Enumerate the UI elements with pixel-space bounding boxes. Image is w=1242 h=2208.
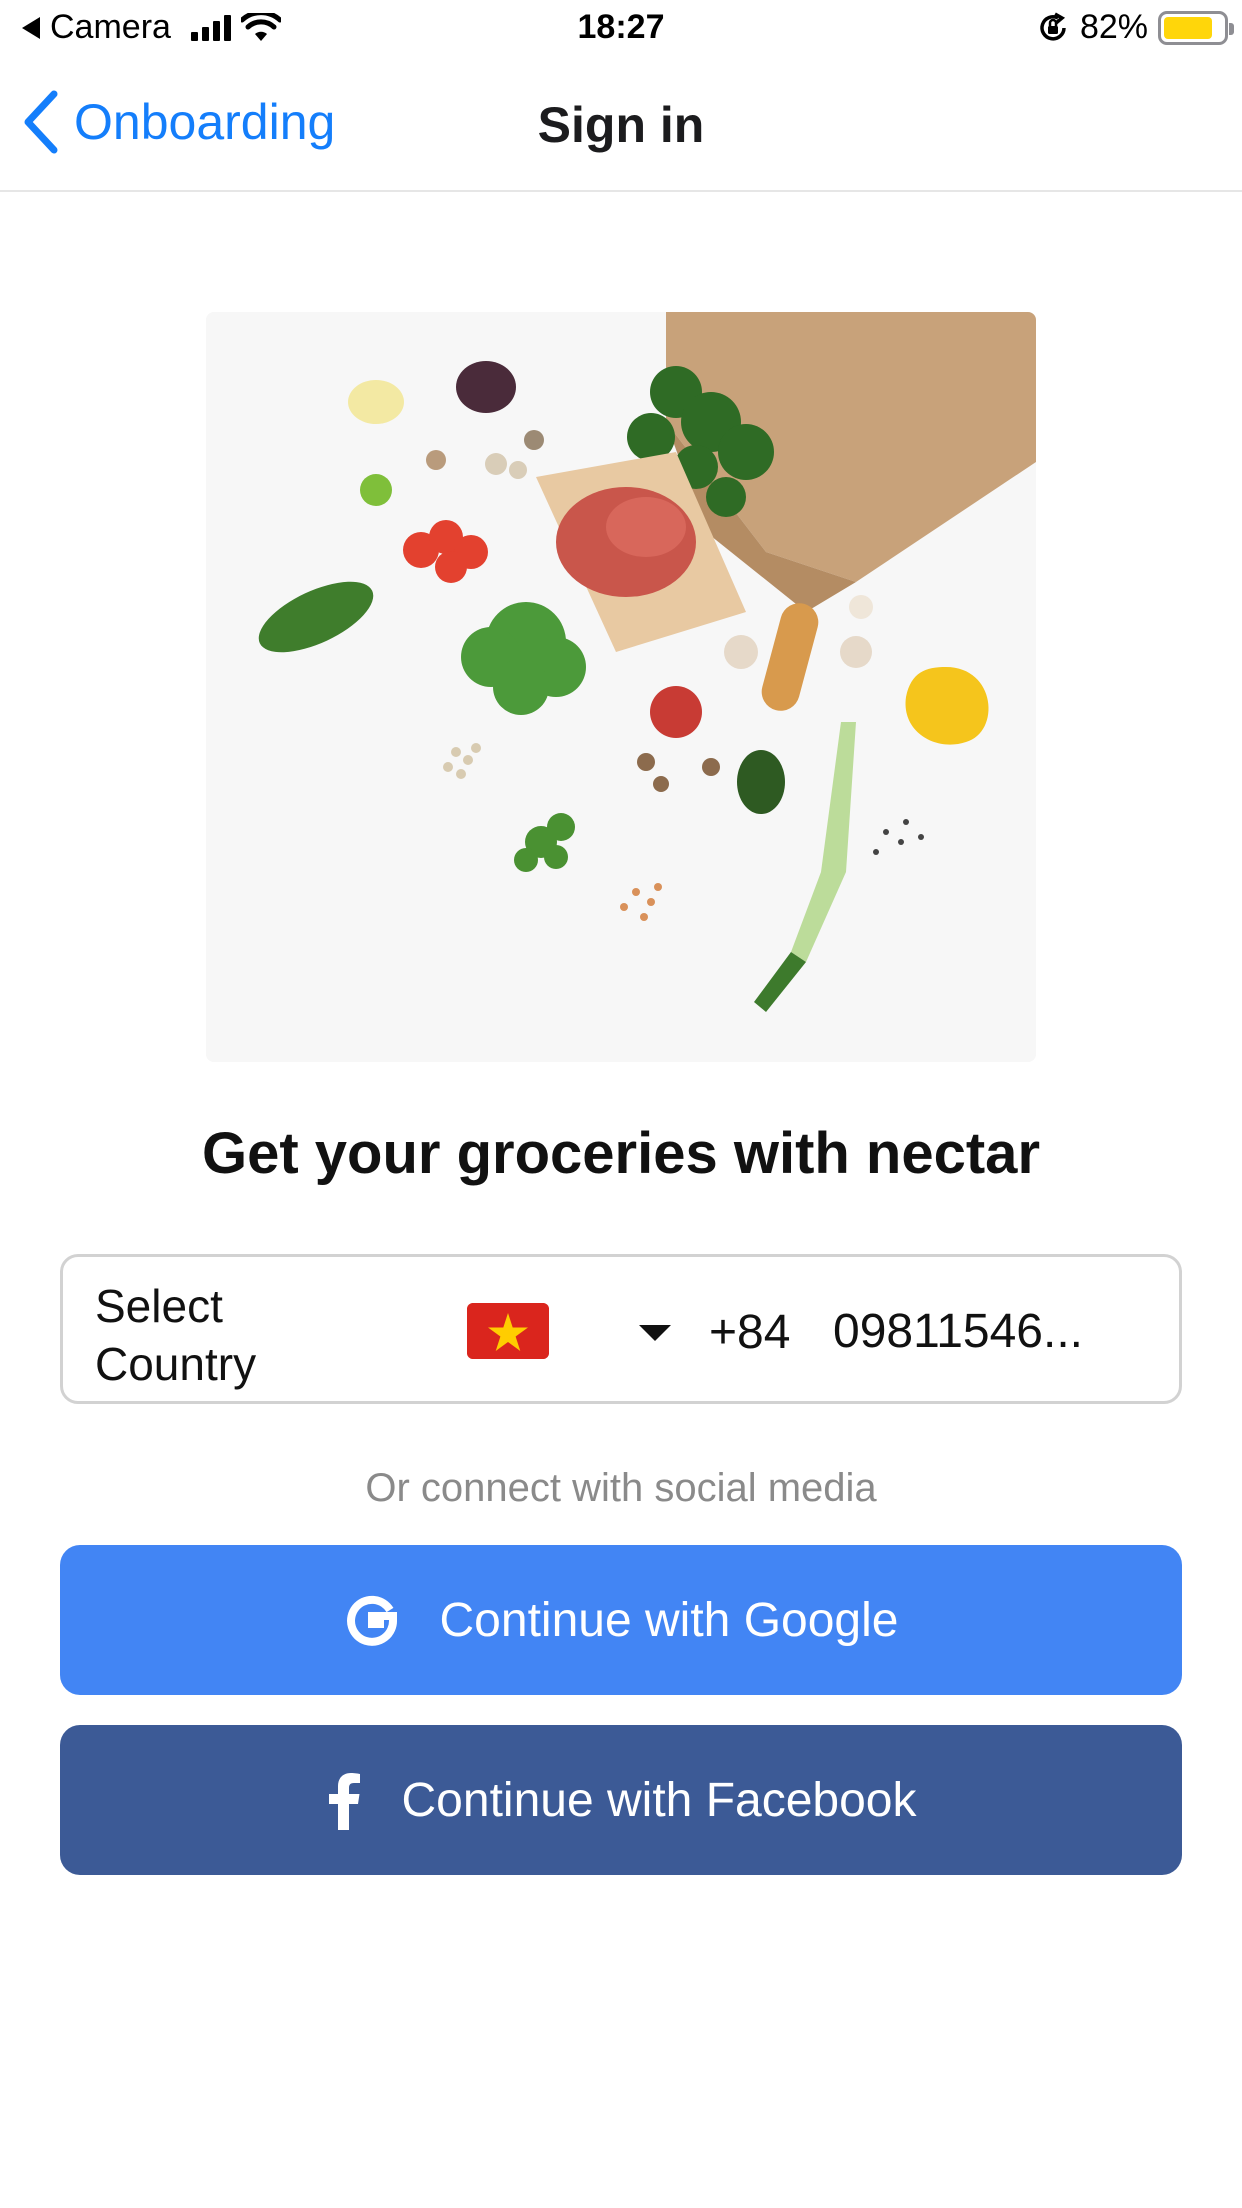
- nav-bar: Onboarding Sign in: [0, 62, 1242, 192]
- page-title: Sign in: [537, 97, 705, 153]
- hero-image: [206, 312, 1036, 1062]
- phone-number-field[interactable]: Select Country +84: [60, 1254, 1182, 1404]
- google-button-label: Continue with Google: [439, 1593, 899, 1647]
- battery-percent: 82%: [1079, 8, 1148, 46]
- country-dropdown-caret-icon[interactable]: [639, 1325, 671, 1341]
- orientation-lock-icon: [1040, 11, 1066, 41]
- status-right: 82%: [1036, 8, 1234, 47]
- phone-number-input[interactable]: [833, 1291, 1143, 1371]
- social-media-caption: Or connect with social media: [365, 1466, 877, 1510]
- select-country-label[interactable]: Select Country: [95, 1277, 395, 1393]
- facebook-icon: [326, 1770, 362, 1830]
- battery-fill: [1164, 16, 1212, 39]
- google-icon: [344, 1592, 400, 1648]
- continue-with-google-button[interactable]: Continue with Google: [60, 1545, 1182, 1695]
- continue-with-facebook-button[interactable]: Continue with Facebook: [60, 1725, 1182, 1875]
- dial-code: +84: [709, 1306, 791, 1359]
- vietnam-flag-icon[interactable]: [467, 1303, 549, 1359]
- battery-icon: [1158, 10, 1234, 45]
- status-bar: Camera 18:27 82%: [0, 0, 1242, 62]
- groceries-illustration: [206, 312, 1036, 1062]
- facebook-button-label: Continue with Facebook: [401, 1773, 917, 1827]
- page-heading: Get your groceries with nectar: [201, 1121, 1041, 1186]
